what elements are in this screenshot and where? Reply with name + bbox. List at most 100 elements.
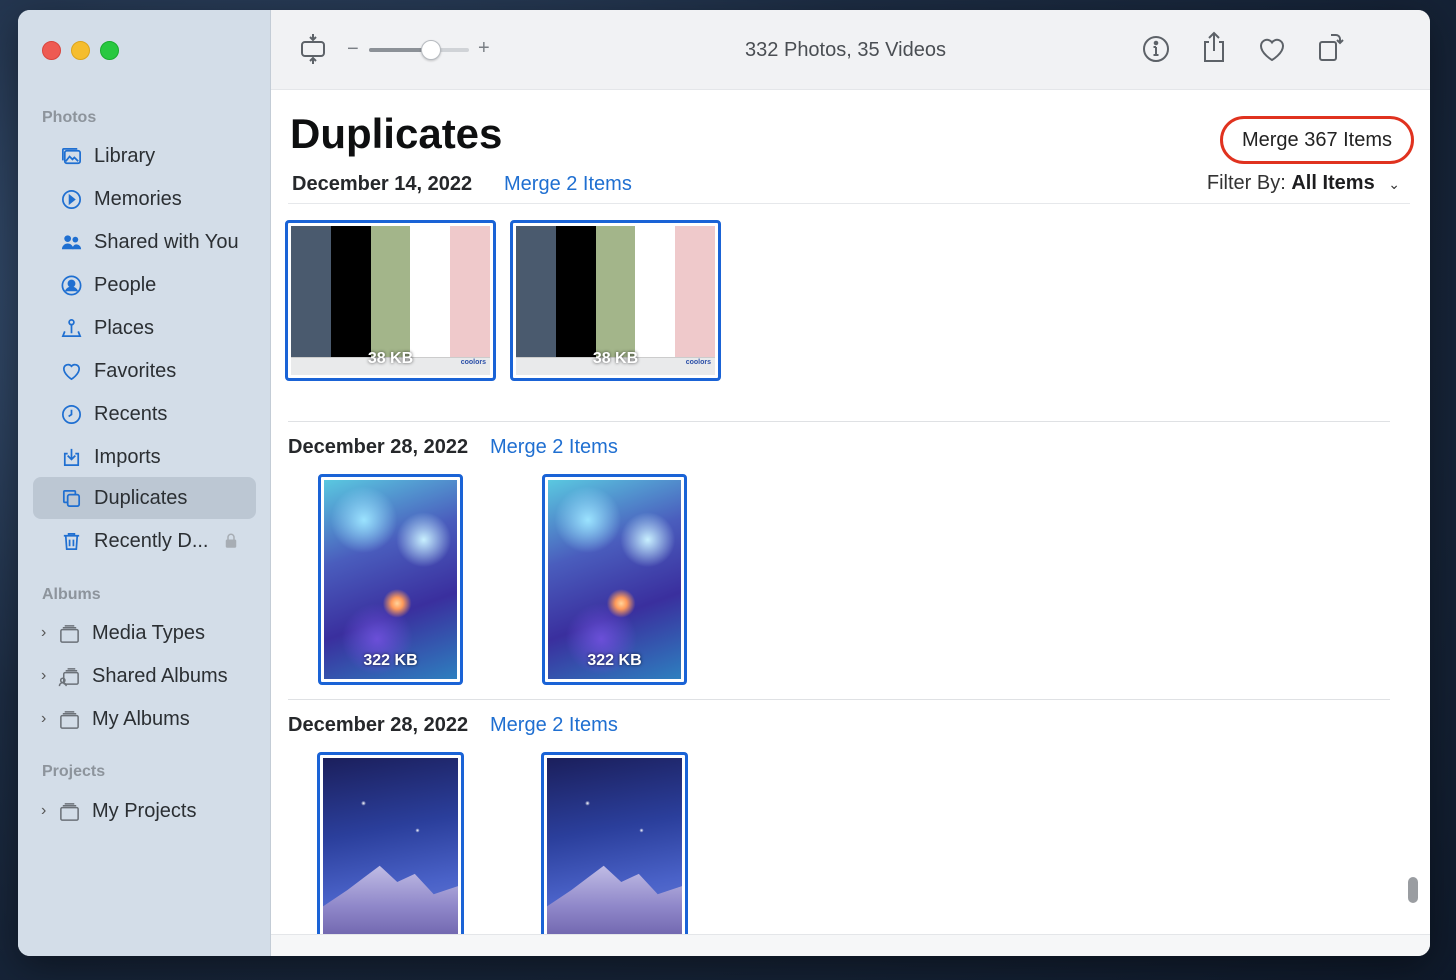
sidebar-item-label: My Projects	[92, 799, 197, 822]
group-merge-button[interactable]: Merge 2 Items	[504, 173, 632, 196]
import-icon	[59, 445, 83, 469]
snowflake-image: 322 KB	[548, 480, 681, 679]
sidebar-item-shared-with-you[interactable]: Shared with You	[33, 221, 256, 263]
page-title: Duplicates	[290, 110, 503, 157]
sidebar-item-people[interactable]: People	[33, 264, 256, 306]
group-merge-button[interactable]: Merge 2 Items	[490, 436, 618, 459]
main-pane: − + 332 Photos, 35 Videos Duplicates Mer	[271, 10, 1430, 956]
sidebar-item-label: Imports	[94, 445, 161, 468]
sidebar-section-projects: Projects	[42, 763, 106, 780]
info-icon[interactable]	[1141, 34, 1171, 64]
heart-icon	[59, 359, 83, 383]
sidebar-item-label: Shared with You	[94, 230, 239, 253]
sidebar-item-my-albums[interactable]: › My Albums	[33, 698, 256, 740]
filter-value: All Items	[1291, 172, 1375, 194]
sidebar-item-label: Recents	[94, 402, 168, 425]
sidebar-section-photos: Photos	[42, 109, 97, 126]
duplicate-thumbnail[interactable]: 322 KB	[542, 474, 687, 685]
duplicate-thumbnail[interactable]	[541, 752, 688, 942]
library-icon	[59, 144, 83, 168]
file-size-label: 322 KB	[587, 652, 642, 669]
close-window-button[interactable]	[42, 41, 61, 60]
sidebar-item-library[interactable]: Library	[33, 135, 256, 177]
sidebar-item-recents[interactable]: Recents	[33, 393, 256, 435]
sidebar-item-my-projects[interactable]: › My Projects	[33, 790, 256, 832]
swatch	[675, 226, 715, 358]
mountain-image	[323, 758, 458, 939]
chevron-right-icon[interactable]: ›	[41, 710, 53, 728]
memories-icon	[59, 187, 83, 211]
sidebar-item-imports[interactable]: Imports	[33, 436, 256, 478]
swatch	[635, 226, 676, 358]
rotate-icon[interactable]	[1315, 30, 1345, 64]
merge-all-button[interactable]: Merge 367 Items	[1220, 116, 1414, 164]
file-size-label: 322 KB	[363, 652, 418, 669]
sidebar-item-media-types[interactable]: › Media Types	[33, 612, 256, 654]
snowflake-image: 322 KB	[324, 480, 457, 679]
scrollbar[interactable]	[1408, 877, 1418, 903]
duplicates-content: Duplicates Merge 367 Items Filter By: Al…	[271, 90, 1430, 956]
zoom-window-button[interactable]	[100, 41, 119, 60]
people-icon	[59, 273, 83, 297]
sidebar-item-label: Recently D...	[94, 529, 209, 552]
duplicate-thumbnail[interactable]: coolors 38 KB	[510, 220, 721, 381]
chevron-right-icon[interactable]: ›	[41, 667, 53, 685]
sidebar-item-label: Favorites	[94, 359, 177, 382]
swatch	[555, 226, 596, 358]
swatch	[450, 226, 490, 358]
folder-stack-icon	[57, 621, 81, 645]
group-date: December 28, 2022	[288, 714, 469, 736]
sidebar-item-memories[interactable]: Memories	[33, 178, 256, 220]
palette-image: coolors 38 KB	[516, 226, 715, 375]
filter-label: Filter By:	[1206, 172, 1286, 194]
swatch	[595, 226, 636, 358]
file-size-label: 38 KB	[367, 350, 414, 367]
sidebar-item-label: Shared Albums	[92, 664, 228, 687]
sidebar-item-label: People	[94, 273, 157, 296]
lock-icon	[226, 533, 237, 548]
trash-icon	[59, 529, 83, 553]
sidebar-item-label: Media Types	[92, 621, 206, 644]
minimize-window-button[interactable]	[71, 41, 90, 60]
sidebar-item-recently-deleted[interactable]: Recently D...	[33, 520, 256, 562]
sidebar-item-shared-albums[interactable]: › Shared Albums	[33, 655, 256, 697]
duplicate-thumbnail[interactable]	[317, 752, 464, 942]
palette-image: coolors 38 KB	[291, 226, 490, 375]
sidebar: Photos Library Memories Shared with You …	[18, 10, 271, 956]
mountain-peak	[323, 865, 458, 939]
share-icon[interactable]	[1199, 30, 1229, 64]
favorite-heart-icon[interactable]	[1257, 34, 1287, 64]
sidebar-item-favorites[interactable]: Favorites	[33, 350, 256, 392]
mountain-peak	[547, 865, 682, 939]
filter-dropdown[interactable]: Filter By: All Items ⌄	[1207, 172, 1400, 195]
chevron-right-icon[interactable]: ›	[41, 624, 53, 642]
chevron-down-icon: ⌄	[1388, 176, 1400, 192]
duplicate-thumbnail[interactable]: coolors 38 KB	[285, 220, 496, 381]
duplicate-thumbnail[interactable]: 322 KB	[318, 474, 463, 685]
toolbar: − + 332 Photos, 35 Videos	[271, 10, 1430, 90]
photos-window: Photos Library Memories Shared with You …	[18, 10, 1430, 956]
header-divider	[288, 203, 1410, 204]
sidebar-item-label: Memories	[94, 187, 182, 210]
bottom-bar	[271, 934, 1430, 956]
group-date: December 28, 2022	[288, 436, 469, 458]
palette-swatches	[516, 226, 715, 358]
clock-icon	[59, 402, 83, 426]
sidebar-item-label: Duplicates	[94, 486, 188, 509]
places-icon	[59, 316, 83, 340]
group-date: December 14, 2022	[292, 173, 473, 195]
chevron-right-icon[interactable]: ›	[41, 802, 53, 820]
group-merge-button[interactable]: Merge 2 Items	[490, 714, 618, 737]
swatch	[330, 226, 371, 358]
sidebar-item-places[interactable]: Places	[33, 307, 256, 349]
palette-swatches	[291, 226, 490, 358]
group-divider	[288, 421, 1390, 422]
swatch	[516, 226, 556, 358]
duplicates-icon	[59, 486, 83, 510]
sidebar-section-albums: Albums	[42, 586, 101, 603]
swatch	[370, 226, 411, 358]
shared-albums-icon	[57, 664, 81, 688]
sidebar-item-duplicates[interactable]: Duplicates	[33, 477, 256, 519]
swatch	[410, 226, 451, 358]
group-divider	[288, 699, 1390, 700]
